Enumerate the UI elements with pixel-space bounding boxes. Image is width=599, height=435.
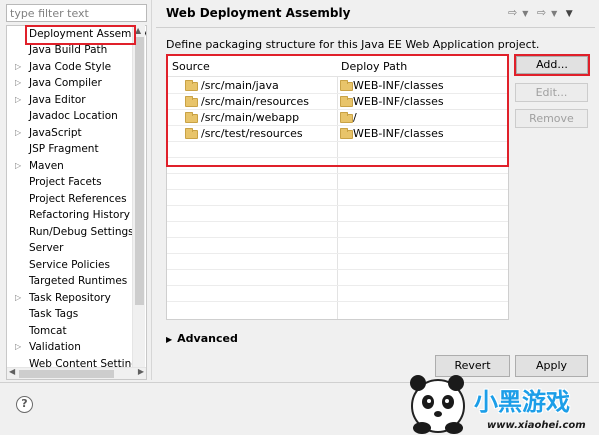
tree-item-label: Targeted Runtimes bbox=[29, 275, 128, 287]
tree-item-tomcat[interactable]: Tomcat bbox=[7, 323, 137, 339]
tree-item-java-compiler[interactable]: ▷ Java Compiler bbox=[7, 75, 137, 91]
table-row-empty bbox=[167, 238, 508, 254]
scrollbar-thumb[interactable] bbox=[135, 37, 144, 305]
table-row-empty bbox=[167, 222, 508, 238]
expand-arrow-icon[interactable]: ▷ bbox=[15, 290, 25, 306]
tree-item-maven[interactable]: ▷ Maven bbox=[7, 158, 137, 174]
chevron-down-icon[interactable]: ▼ bbox=[522, 9, 528, 18]
back-arrow-icon[interactable]: ⇨ bbox=[508, 6, 517, 19]
table-row-empty bbox=[167, 174, 508, 190]
title-separator bbox=[156, 27, 595, 28]
tree-item-javascript[interactable]: ▷ JavaScript bbox=[7, 125, 137, 141]
tree-item-label: Java Compiler bbox=[29, 77, 102, 89]
tree-item-label: JavaScript bbox=[29, 127, 82, 139]
tree-horizontal-scrollbar[interactable]: ◀ ▶ bbox=[7, 367, 146, 379]
tree-item-label: JSP Fragment bbox=[29, 143, 99, 155]
tree-item-project-references[interactable]: Project References bbox=[7, 191, 137, 207]
page-description: Define packaging structure for this Java… bbox=[166, 38, 540, 51]
tree-item-service-policies[interactable]: Service Policies bbox=[7, 257, 137, 273]
scroll-right-arrow-icon[interactable]: ▶ bbox=[138, 367, 144, 376]
highlight-box-table-entries bbox=[166, 54, 509, 167]
forward-arrow-icon[interactable]: ⇨ bbox=[537, 6, 546, 19]
tree-item-javadoc-location[interactable]: Javadoc Location bbox=[7, 108, 137, 124]
table-row-empty bbox=[167, 190, 508, 206]
tree-item-task-repository[interactable]: ▷ Task Repository bbox=[7, 290, 137, 306]
tree-item-label: Maven bbox=[29, 160, 64, 172]
tree-item-label: Project References bbox=[29, 193, 127, 205]
tree-item-label: Refactoring History bbox=[29, 209, 130, 221]
tree-item-label: Task Repository bbox=[29, 292, 111, 304]
tree-item-server[interactable]: Server bbox=[7, 240, 137, 256]
panel-splitter[interactable] bbox=[151, 0, 152, 380]
tree-item-java-editor[interactable]: ▷ Java Editor bbox=[7, 92, 137, 108]
watermark-url: www.xiaohei.com bbox=[487, 420, 586, 431]
tree-item-validation[interactable]: ▷ Validation bbox=[7, 339, 137, 355]
edit-button[interactable]: Edit... bbox=[515, 83, 588, 102]
tree-item-label: Validation bbox=[29, 341, 81, 353]
property-tree: Deployment Assembly Java Build Path ▷ Ja… bbox=[6, 25, 147, 380]
tree-item-label: Project Facets bbox=[29, 176, 102, 188]
tree-item-task-tags[interactable]: Task Tags bbox=[7, 306, 137, 322]
filter-input[interactable] bbox=[6, 4, 147, 22]
page-title: Web Deployment Assembly bbox=[166, 6, 351, 20]
table-row-empty bbox=[167, 286, 508, 302]
view-menu-icon[interactable]: ▼ bbox=[566, 9, 573, 19]
help-icon[interactable]: ? bbox=[16, 396, 33, 413]
watermark-brand: 小黑游戏 bbox=[474, 388, 570, 416]
chevron-down-icon[interactable]: ▼ bbox=[551, 9, 557, 18]
page-navigation-toolbar: ⇨ ▼ ⇨ ▼ ▼ bbox=[508, 6, 578, 20]
table-row-empty bbox=[167, 206, 508, 222]
expand-arrow-icon[interactable]: ▷ bbox=[15, 125, 25, 141]
tree-item-label: Task Tags bbox=[29, 308, 79, 320]
tree-item-label: Tomcat bbox=[29, 325, 67, 337]
table-row-empty bbox=[167, 270, 508, 286]
tree-item-label: Javadoc Location bbox=[29, 110, 118, 122]
advanced-label: Advanced bbox=[177, 332, 238, 345]
scroll-left-arrow-icon[interactable]: ◀ bbox=[9, 367, 15, 376]
expand-arrow-icon[interactable]: ▷ bbox=[15, 59, 25, 75]
tree-item-jsp-fragment[interactable]: JSP Fragment bbox=[7, 141, 137, 157]
advanced-section-toggle[interactable]: ▶ Advanced bbox=[166, 332, 238, 345]
expand-arrow-icon: ▶ bbox=[166, 335, 173, 344]
expand-arrow-icon[interactable]: ▷ bbox=[15, 158, 25, 174]
tree-item-label: Run/Debug Settings bbox=[29, 226, 134, 238]
tree-item-label: Java Editor bbox=[29, 94, 86, 106]
highlight-box-add-button bbox=[514, 54, 590, 76]
highlight-box-deployment-assembly bbox=[25, 25, 136, 45]
tree-item-run-debug-settings[interactable]: Run/Debug Settings bbox=[7, 224, 137, 240]
expand-arrow-icon[interactable]: ▷ bbox=[15, 92, 25, 108]
expand-arrow-icon[interactable]: ▷ bbox=[15, 339, 25, 355]
remove-button[interactable]: Remove bbox=[515, 109, 588, 128]
tree-item-java-code-style[interactable]: ▷ Java Code Style bbox=[7, 59, 137, 75]
tree-item-label: Server bbox=[29, 242, 64, 254]
tree-item-targeted-runtimes[interactable]: Targeted Runtimes bbox=[7, 273, 137, 289]
tree-vertical-scrollbar[interactable]: ▲ bbox=[132, 25, 145, 368]
scrollbar-thumb[interactable] bbox=[19, 370, 114, 378]
table-row-empty bbox=[167, 254, 508, 270]
tree-item-label: Java Code Style bbox=[29, 61, 112, 73]
tree-item-project-facets[interactable]: Project Facets bbox=[7, 174, 137, 190]
tree-item-refactoring-history[interactable]: Refactoring History bbox=[7, 207, 137, 223]
tree-item-label: Service Policies bbox=[29, 259, 110, 271]
expand-arrow-icon[interactable]: ▷ bbox=[15, 75, 25, 91]
